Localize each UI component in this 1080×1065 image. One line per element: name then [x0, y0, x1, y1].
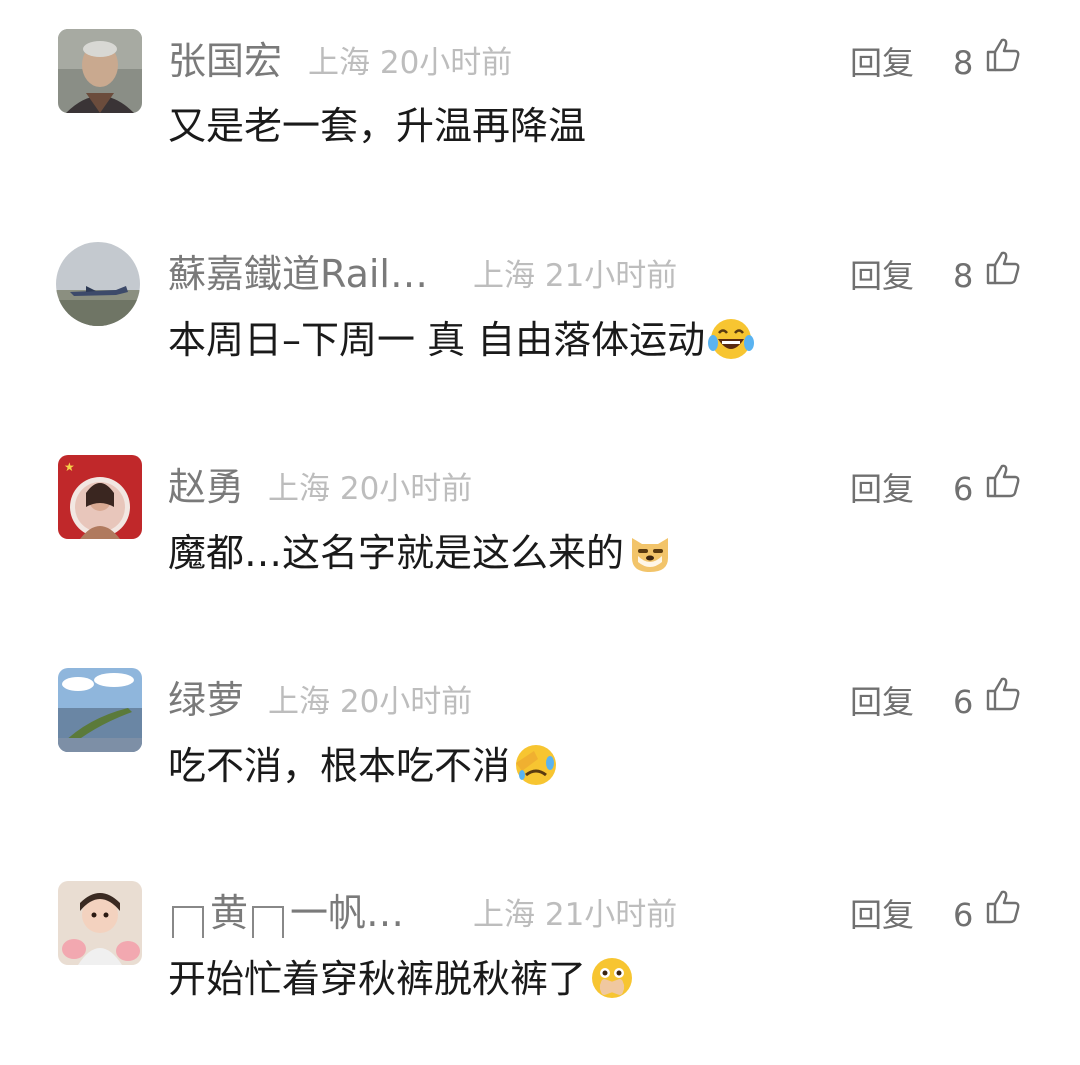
thumbs-up-icon[interactable]: [984, 675, 1022, 713]
comment-body: 魔都…这名字就是这么来的: [168, 531, 625, 575]
timestamp: 20小时前: [339, 471, 473, 507]
comment-meta: 上海 21小时前: [473, 892, 677, 938]
laughing-tears-emoji: [708, 319, 755, 359]
comment-body: 开始忙着穿秋裤脱秋裤了: [168, 957, 587, 1001]
username[interactable]: 绿萝: [168, 677, 244, 723]
comment-item: 蘇嘉鐵道Rail… 上海 21小时前 回复 8 本周日–下周一 真 自由落体运动: [0, 213, 1080, 426]
like-count: 8: [953, 257, 974, 295]
facepalm-crying-emoji: [516, 745, 557, 785]
thumbs-up-icon[interactable]: [984, 462, 1022, 500]
username-part: 黄: [210, 891, 249, 935]
username[interactable]: 蘇嘉鐵道Rail…: [168, 251, 428, 297]
comment-text: 本周日–下周一 真 自由落体运动: [168, 315, 755, 364]
location: 上海: [473, 897, 535, 933]
avatar[interactable]: [58, 29, 142, 113]
location: 上海: [308, 45, 370, 81]
comment-text: 魔都…这名字就是这么来的: [168, 528, 674, 577]
avatar[interactable]: [58, 668, 142, 752]
comment-text: 吃不消，根本吃不消: [168, 741, 560, 790]
username[interactable]: 黄一帆…: [168, 890, 404, 938]
doge-emoji: [632, 538, 669, 572]
comment-body: 本周日–下周一 真 自由落体运动: [168, 318, 706, 362]
comment-body: 又是老一套，升温再降温: [168, 104, 587, 148]
timestamp: 21小时前: [544, 897, 678, 933]
avatar[interactable]: [56, 242, 140, 326]
reply-button[interactable]: 回复: [850, 892, 914, 938]
comment-text: 开始忙着穿秋裤脱秋裤了: [168, 954, 636, 1003]
comment-meta: 上海 20小时前: [268, 466, 472, 512]
comment-item: 绿萝 上海 20小时前 回复 6 吃不消，根本吃不消: [0, 639, 1080, 852]
shushing-emoji: [592, 958, 633, 998]
unsupported-glyph-box: [252, 906, 285, 938]
unsupported-glyph-box: [172, 906, 204, 938]
comment-meta: 上海 20小时前: [268, 679, 472, 725]
reply-button[interactable]: 回复: [850, 679, 914, 725]
timestamp: 20小时前: [339, 684, 473, 720]
comment-item: 黄一帆… 上海 21小时前 回复 6 开始忙着穿秋裤脱秋裤了: [0, 852, 1080, 1065]
location: 上海: [268, 684, 330, 720]
comment-meta: 上海 21小时前: [473, 253, 677, 299]
timestamp: 21小时前: [544, 258, 678, 294]
thumbs-up-icon[interactable]: [984, 36, 1022, 74]
reply-button[interactable]: 回复: [850, 253, 914, 299]
comment-item: ★ 赵勇 上海 20小时前 回复 6 魔都…这名字就是这么来的: [0, 426, 1080, 639]
thumbs-up-icon[interactable]: [984, 888, 1022, 926]
thumbs-up-icon[interactable]: [984, 249, 1022, 287]
reply-button[interactable]: 回复: [850, 466, 914, 512]
avatar[interactable]: ★: [58, 455, 142, 539]
username[interactable]: 张国宏: [168, 38, 282, 84]
like-count: 6: [953, 683, 974, 721]
location: 上海: [268, 471, 330, 507]
comment-text: 又是老一套，升温再降温: [168, 102, 586, 150]
like-count: 6: [953, 470, 974, 508]
username[interactable]: 赵勇: [168, 464, 244, 510]
comment-meta: 上海 20小时前: [308, 40, 512, 86]
reply-button[interactable]: 回复: [850, 40, 914, 86]
avatar[interactable]: [58, 881, 142, 965]
username-part: 一帆…: [290, 891, 405, 935]
comment-body: 吃不消，根本吃不消: [168, 744, 511, 788]
like-count: 8: [953, 44, 974, 82]
location: 上海: [473, 258, 535, 294]
timestamp: 20小时前: [379, 45, 513, 81]
like-count: 6: [953, 896, 974, 934]
comment-item: 张国宏 上海 20小时前 回复 8 又是老一套，升温再降温: [0, 0, 1080, 213]
svg-text:★: ★: [64, 460, 75, 474]
